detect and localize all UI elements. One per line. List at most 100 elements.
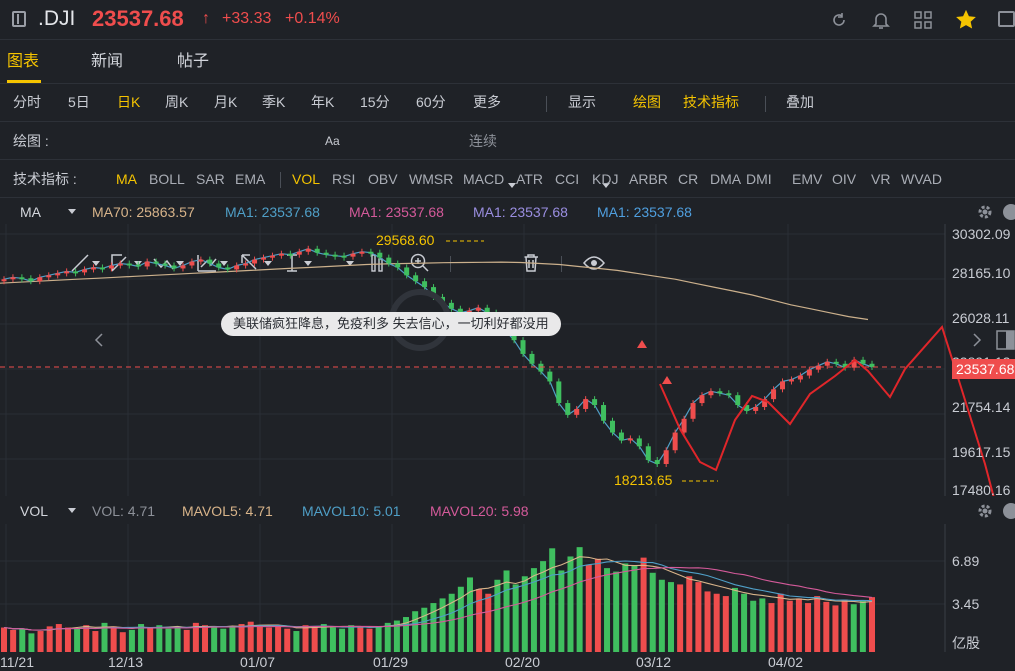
indicator-cci[interactable]: CCI — [555, 160, 579, 198]
buy-marker-icon — [662, 376, 672, 384]
indicator-dma[interactable]: DMA — [710, 160, 741, 198]
tab-news[interactable]: 新闻 — [91, 40, 123, 84]
volume-bar — [293, 631, 300, 652]
gear-icon[interactable] — [976, 203, 994, 221]
period-weekly[interactable]: 周K — [165, 84, 188, 120]
bell-icon[interactable] — [872, 10, 890, 30]
volume-bar — [613, 571, 620, 652]
indicator-rsi[interactable]: RSI — [332, 160, 355, 198]
grid-icon[interactable] — [914, 11, 932, 29]
candle — [565, 403, 571, 415]
period-daily[interactable]: 日K — [117, 84, 140, 120]
price-change: +33.33 — [222, 10, 272, 27]
period-monthly[interactable]: 月K — [214, 84, 237, 120]
indicator-vol[interactable]: VOL — [292, 160, 320, 198]
indicator-toggle[interactable]: 技术指标 — [683, 84, 739, 120]
indicator-ema[interactable]: EMA — [235, 160, 265, 198]
star-icon[interactable] — [955, 9, 977, 30]
candle — [618, 432, 624, 441]
draw-toggle[interactable]: 绘图 — [633, 84, 661, 120]
vol-axis-label: 3.45 — [952, 596, 980, 612]
candle — [377, 252, 383, 258]
volume-bar — [622, 563, 629, 652]
volume-bar — [311, 626, 318, 652]
indicator-dmi[interactable]: DMI — [746, 160, 772, 198]
indicator-kdj[interactable]: KDJ — [592, 160, 618, 198]
volume-bar — [348, 625, 355, 652]
period-60min[interactable]: 60分 — [416, 84, 446, 120]
volume-bar — [759, 598, 766, 652]
close-icon[interactable] — [1002, 203, 1015, 221]
price-chart[interactable] — [0, 224, 1015, 496]
continuous-draw-toggle[interactable]: 连续 — [469, 122, 497, 160]
vol-legend: VOL VOL: 4.71 MAVOL5: 4.71 MAVOL10: 5.01… — [0, 499, 1015, 523]
candle — [126, 263, 132, 266]
indicator-obv[interactable]: OBV — [368, 160, 398, 198]
volume-bar — [183, 629, 190, 652]
volume-bar — [640, 557, 647, 652]
ma-legend: MA MA70: 25863.57 MA1: 23537.68 MA1: 235… — [0, 200, 1015, 224]
vol-select[interactable]: VOL — [20, 499, 48, 523]
period-yearly[interactable]: 年K — [311, 84, 334, 120]
indicator-wvad[interactable]: WVAD — [901, 160, 942, 198]
date-label: 03/12 — [636, 654, 672, 670]
volume-bar — [28, 633, 35, 652]
ma1-value-a: MA1: 23537.68 — [225, 204, 320, 220]
gear-icon[interactable] — [976, 502, 994, 520]
tab-bar: 图表 新闻 帖子 — [0, 40, 1015, 84]
volume-bar — [814, 596, 821, 652]
candle — [556, 381, 562, 404]
volume-bar — [686, 576, 693, 652]
divider — [765, 96, 766, 112]
candle — [243, 263, 249, 266]
volume-bar — [521, 576, 528, 652]
volume-bar — [421, 607, 428, 652]
candle — [601, 405, 607, 421]
comment-bubble[interactable]: 美联储疯狂降息，免疫利多 失去信心，一切利好都没用 — [221, 312, 561, 336]
indicator-emv[interactable]: EMV — [792, 160, 822, 198]
candle — [699, 395, 705, 404]
candle — [1, 279, 7, 282]
candle — [314, 248, 320, 253]
volume-bar — [850, 604, 857, 652]
period-15min[interactable]: 15分 — [360, 84, 390, 120]
volume-bar — [320, 624, 327, 652]
period-more[interactable]: 更多 — [473, 84, 501, 120]
divider — [280, 172, 281, 188]
overlay-button[interactable]: 叠加 — [786, 84, 814, 120]
period-intraday[interactable]: 分时 — [13, 84, 41, 120]
volume-chart[interactable] — [0, 524, 1015, 652]
candle — [82, 269, 88, 273]
close-icon[interactable] — [1002, 502, 1015, 520]
tab-chart[interactable]: 图表 — [7, 40, 39, 84]
indicator-ma[interactable]: MA — [116, 160, 137, 198]
period-quarterly[interactable]: 季K — [262, 84, 285, 120]
more-icon[interactable] — [998, 11, 1015, 27]
indicator-arbr[interactable]: ARBR — [629, 160, 668, 198]
menu-icon[interactable] — [12, 11, 26, 27]
ma-select[interactable]: MA — [20, 200, 41, 224]
candle — [797, 375, 803, 380]
display-menu[interactable]: 显示 — [568, 84, 596, 120]
text-tool-icon[interactable]: Aa — [325, 122, 340, 160]
candle — [252, 259, 258, 264]
candle — [287, 253, 293, 256]
candle — [341, 255, 347, 258]
indicator-atr[interactable]: ATR — [516, 160, 543, 198]
candle — [37, 277, 43, 282]
indicator-sar[interactable]: SAR — [196, 160, 225, 198]
indicator-macd[interactable]: MACD — [463, 160, 504, 198]
indicator-vr[interactable]: VR — [871, 160, 890, 198]
refresh-icon[interactable] — [830, 11, 848, 29]
volume-bar — [64, 627, 71, 652]
tab-posts[interactable]: 帖子 — [177, 40, 209, 84]
volume-bar — [302, 625, 309, 652]
indicator-cr[interactable]: CR — [678, 160, 698, 198]
price-axis-label: 17480.16 — [952, 482, 1011, 498]
indicator-oiv[interactable]: OIV — [832, 160, 856, 198]
indicator-boll[interactable]: BOLL — [149, 160, 185, 198]
period-5d[interactable]: 5日 — [68, 84, 90, 120]
candle — [663, 450, 669, 464]
indicator-wmsr[interactable]: WMSR — [409, 160, 453, 198]
candle — [10, 277, 16, 280]
